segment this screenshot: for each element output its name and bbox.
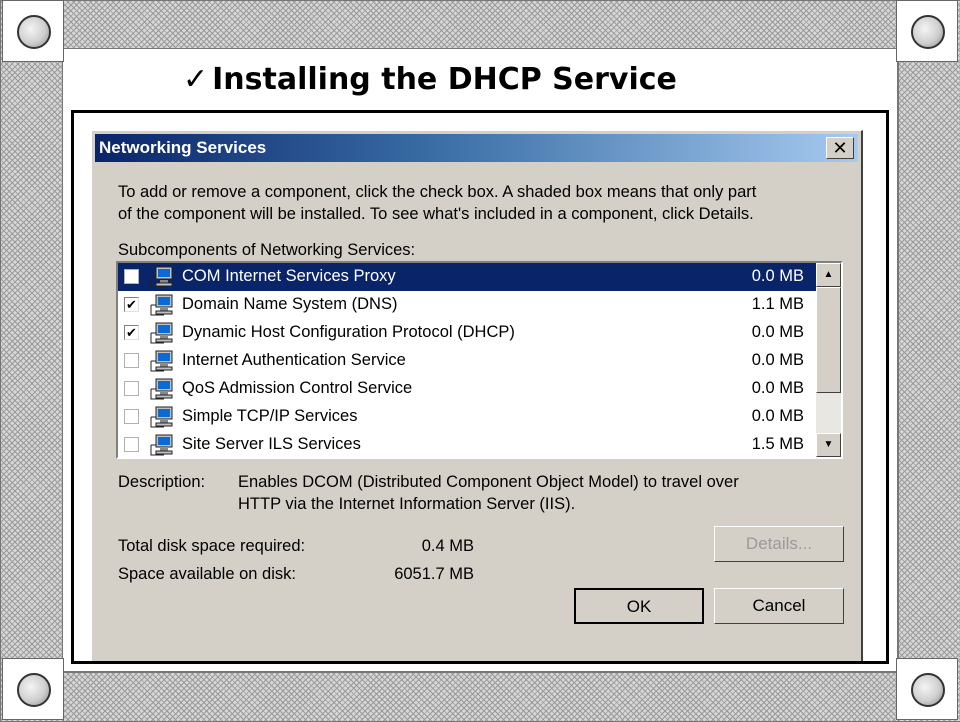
item-size: 1.1 MB [751,295,804,313]
instructions-line-2: of the component will be installed. To s… [118,205,754,223]
list-item[interactable]: ✔ Domain Name System (DNS) 1.1 MB [118,291,818,319]
circle-ornament-icon [17,673,51,707]
frame-left-band [0,0,64,722]
item-checkbox[interactable]: ✔ [124,297,139,312]
network-computer-icon [150,350,173,372]
item-checkbox[interactable] [124,269,139,284]
item-label: Dynamic Host Configuration Protocol (DHC… [182,323,515,341]
description-line-1: Enables DCOM (Distributed Component Obje… [238,473,739,491]
list-item[interactable]: Site Server ILS Services 1.5 MB [118,431,818,457]
network-computer-icon [150,406,173,428]
network-computer-icon [150,434,173,456]
slide-title-text: Installing the DHCP Service [212,62,677,97]
item-size: 0.0 MB [751,407,804,425]
corner-bottom-left [2,658,64,720]
ok-button[interactable]: OK [574,588,704,624]
network-computer-icon [150,266,173,288]
dialog-title: Networking Services [99,138,267,157]
corner-top-left [2,0,64,62]
circle-ornament-icon [17,15,51,49]
frame-top-band [0,0,960,50]
subcomponents-label: Subcomponents of Networking Services: [118,241,416,259]
scroll-down-button[interactable]: ▼ [816,433,841,457]
frame-right-band [898,0,960,722]
details-button[interactable]: Details... [714,526,844,562]
item-checkbox[interactable]: ✔ [124,325,139,340]
network-computer-icon [150,294,173,316]
list-item[interactable]: Simple TCP/IP Services 0.0 MB [118,403,818,431]
networking-services-dialog: Networking Services ✕ To add or remove a… [91,130,863,661]
item-label: Site Server ILS Services [182,435,361,453]
item-label: COM Internet Services Proxy [182,267,396,285]
cancel-button[interactable]: Cancel [714,588,844,624]
total-space-label: Total disk space required: [118,537,306,555]
circle-ornament-icon [911,15,945,49]
item-size: 0.0 MB [751,351,804,369]
item-label: Domain Name System (DNS) [182,295,398,313]
checkmark-icon: ✓ [183,62,209,97]
item-size: 0.0 MB [751,379,804,397]
corner-top-right [896,0,958,62]
available-space-label: Space available on disk: [118,565,296,583]
corner-bottom-right [896,658,958,720]
item-size: 0.0 MB [751,323,804,341]
item-label: Simple TCP/IP Services [182,407,358,425]
close-button[interactable]: ✕ [826,137,854,159]
list-item[interactable]: ✔ Dynamic Host Configuration Protocol (DH… [118,319,818,347]
item-size: 0.0 MB [751,267,804,285]
list-item[interactable]: COM Internet Services Proxy 0.0 MB [118,263,818,291]
subcomponents-listbox[interactable]: COM Internet Services Proxy 0.0 MB ✔ Domain… [116,261,843,459]
list-scrollbar[interactable]: ▲ ▼ [816,263,841,457]
list-item[interactable]: QoS Admission Control Service 0.0 MB [118,375,818,403]
circle-ornament-icon [911,673,945,707]
item-checkbox[interactable] [124,353,139,368]
available-space-value: 6051.7 MB [394,565,474,583]
item-label: QoS Admission Control Service [182,379,413,397]
dialog-titlebar[interactable]: Networking Services ✕ [95,134,858,162]
total-space-value: 0.4 MB [421,537,474,555]
scroll-thumb[interactable] [816,287,841,393]
scroll-up-button[interactable]: ▲ [816,263,841,287]
item-checkbox[interactable] [124,437,139,452]
item-checkbox[interactable] [124,409,139,424]
description-label: Description: [118,473,206,491]
item-size: 1.5 MB [751,435,804,453]
slide-title: ✓ Installing the DHCP Service [183,62,677,97]
item-label: Internet Authentication Service [182,351,406,369]
instructions-line-1: To add or remove a component, click the … [118,183,757,201]
list-item[interactable]: Internet Authentication Service 0.0 MB [118,347,818,375]
network-computer-icon [150,322,173,344]
screenshot-frame: Networking Services ✕ To add or remove a… [71,110,889,664]
network-computer-icon [150,378,173,400]
description-line-2: HTTP via the Internet Information Server… [238,495,576,513]
frame-bottom-band [0,672,960,722]
item-checkbox[interactable] [124,381,139,396]
